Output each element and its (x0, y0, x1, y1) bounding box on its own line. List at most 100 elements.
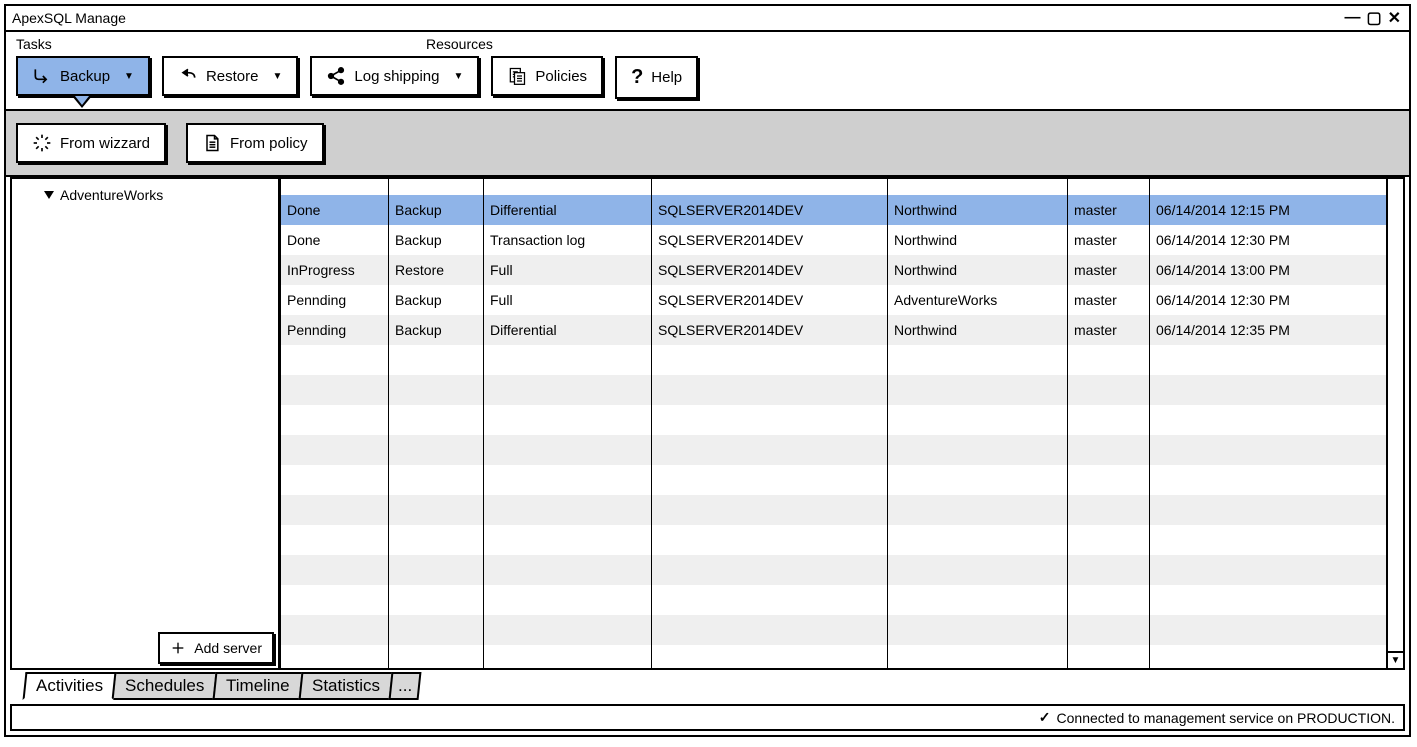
close-button[interactable]: ✕ (1386, 8, 1403, 28)
tree-item-label: AdventureWorks (60, 187, 163, 203)
cell-status: Done (281, 225, 389, 255)
cell-time: 06/14/2014 13:00 PM (1150, 255, 1403, 285)
app-window: ApexSQL Manage — ▢ ✕ Tasks Resources Bac… (4, 4, 1411, 737)
cell-user: master (1068, 315, 1150, 345)
cell-db: Northwind (888, 195, 1068, 225)
main-toolbar: Backup ▼ Restore ▼ Log shipping ▼ (6, 52, 1409, 109)
cell-server: SQLSERVER2014DEV (652, 195, 888, 225)
backup-label: Backup (60, 68, 110, 85)
cell-status: Pennding (281, 285, 389, 315)
log-shipping-label: Log shipping (354, 68, 439, 85)
plus-icon (170, 640, 186, 656)
policies-icon (507, 66, 527, 86)
policies-label: Policies (535, 68, 587, 85)
table-row (281, 615, 1403, 645)
table-row[interactable]: InProgressRestoreFullSQLSERVER2014DEVNor… (281, 255, 1403, 285)
vertical-scrollbar[interactable]: ▼ (1386, 179, 1403, 668)
table-row[interactable]: DoneBackupDifferentialSQLSERVER2014DEVNo… (281, 195, 1403, 225)
policies-button[interactable]: Policies (491, 56, 603, 96)
cell-status: InProgress (281, 255, 389, 285)
table-scroll[interactable]: DoneBackupDifferentialSQLSERVER2014DEVNo… (280, 179, 1403, 668)
cell-type: Backup (389, 195, 484, 225)
table-row (281, 435, 1403, 465)
table-row (281, 405, 1403, 435)
help-icon: ? (631, 66, 643, 89)
status-text: Connected to management service on PRODU… (1057, 710, 1395, 726)
table-row (281, 345, 1403, 375)
cell-sub: Differential (484, 195, 652, 225)
cell-time: 06/14/2014 12:15 PM (1150, 195, 1403, 225)
active-pointer-icon (72, 96, 92, 108)
log-shipping-button[interactable]: Log shipping ▼ (310, 56, 479, 96)
statusbar: ✓ Connected to management service on PRO… (10, 704, 1405, 731)
from-wizzard-button[interactable]: From wizzard (16, 123, 166, 163)
ribbon-section-labels: Tasks Resources (6, 32, 1409, 52)
cell-sub: Full (484, 255, 652, 285)
maximize-button[interactable]: ▢ (1364, 8, 1383, 28)
tab-activities[interactable]: Activities (23, 672, 117, 700)
tab-more-label: ... (398, 676, 412, 696)
document-icon (202, 133, 222, 153)
restore-arrow-icon (178, 66, 198, 86)
cell-db: AdventureWorks (888, 285, 1068, 315)
from-policy-button[interactable]: From policy (186, 123, 324, 163)
cell-user: master (1068, 285, 1150, 315)
cell-server: SQLSERVER2014DEV (652, 255, 888, 285)
minimize-button[interactable]: — (1342, 9, 1362, 27)
restore-button[interactable]: Restore ▼ (162, 56, 298, 96)
help-label: Help (651, 69, 682, 86)
cell-type: Backup (389, 285, 484, 315)
table-row (281, 465, 1403, 495)
table-row (281, 645, 1403, 668)
spinner-icon (32, 133, 52, 153)
scroll-down-icon[interactable]: ▼ (1388, 651, 1403, 668)
cell-user: master (1068, 195, 1150, 225)
window-title: ApexSQL Manage (12, 10, 126, 26)
cell-user: master (1068, 225, 1150, 255)
tree-item-adventureworks[interactable]: AdventureWorks (22, 185, 268, 205)
backup-arrow-icon (32, 66, 52, 86)
table-row[interactable]: PenndingBackupFullSQLSERVER2014DEVAdvent… (281, 285, 1403, 315)
table-row (281, 375, 1403, 405)
share-icon (326, 66, 346, 86)
table-row[interactable]: PenndingBackupDifferentialSQLSERVER2014D… (281, 315, 1403, 345)
cell-sub: Differential (484, 315, 652, 345)
tasks-section-label: Tasks (16, 36, 426, 52)
table-row[interactable]: DoneBackupTransaction logSQLSERVER2014DE… (281, 225, 1403, 255)
cell-server: SQLSERVER2014DEV (652, 285, 888, 315)
tab-label: Activities (36, 676, 103, 696)
tab-statistics[interactable]: Statistics (299, 672, 394, 700)
tree-expand-icon (44, 191, 54, 199)
restore-label: Restore (206, 68, 259, 85)
add-server-button[interactable]: Add server (158, 632, 274, 664)
from-policy-label: From policy (230, 135, 308, 152)
tab-label: Schedules (125, 676, 204, 696)
cell-type: Restore (389, 255, 484, 285)
table-row (281, 555, 1403, 585)
table-panel: DoneBackupDifferentialSQLSERVER2014DEVNo… (280, 179, 1403, 668)
window-controls: — ▢ ✕ (1342, 8, 1403, 28)
bottom-tabs: Activities Schedules Timeline Statistics... (6, 672, 1409, 700)
chevron-down-icon: ▼ (453, 71, 463, 82)
help-button[interactable]: ? Help (615, 56, 698, 99)
backup-button[interactable]: Backup ▼ (16, 56, 150, 96)
cell-time: 06/14/2014 12:35 PM (1150, 315, 1403, 345)
cell-user: master (1068, 255, 1150, 285)
tab-more[interactable]: ... (389, 672, 422, 700)
sub-toolbar: From wizzard From policy (6, 109, 1409, 177)
add-server-label: Add server (194, 640, 262, 656)
cell-time: 06/14/2014 12:30 PM (1150, 285, 1403, 315)
activities-table: DoneBackupDifferentialSQLSERVER2014DEVNo… (280, 179, 1403, 668)
chevron-down-icon: ▼ (272, 71, 282, 82)
check-icon: ✓ (1039, 709, 1051, 726)
cell-type: Backup (389, 225, 484, 255)
tab-schedules[interactable]: Schedules (112, 672, 218, 700)
cell-db: Northwind (888, 315, 1068, 345)
cell-db: Northwind (888, 255, 1068, 285)
tab-timeline[interactable]: Timeline (213, 672, 304, 700)
cell-type: Backup (389, 315, 484, 345)
tab-label: Timeline (226, 676, 290, 696)
cell-time: 06/14/2014 12:30 PM (1150, 225, 1403, 255)
cell-server: SQLSERVER2014DEV (652, 315, 888, 345)
cell-status: Pennding (281, 315, 389, 345)
